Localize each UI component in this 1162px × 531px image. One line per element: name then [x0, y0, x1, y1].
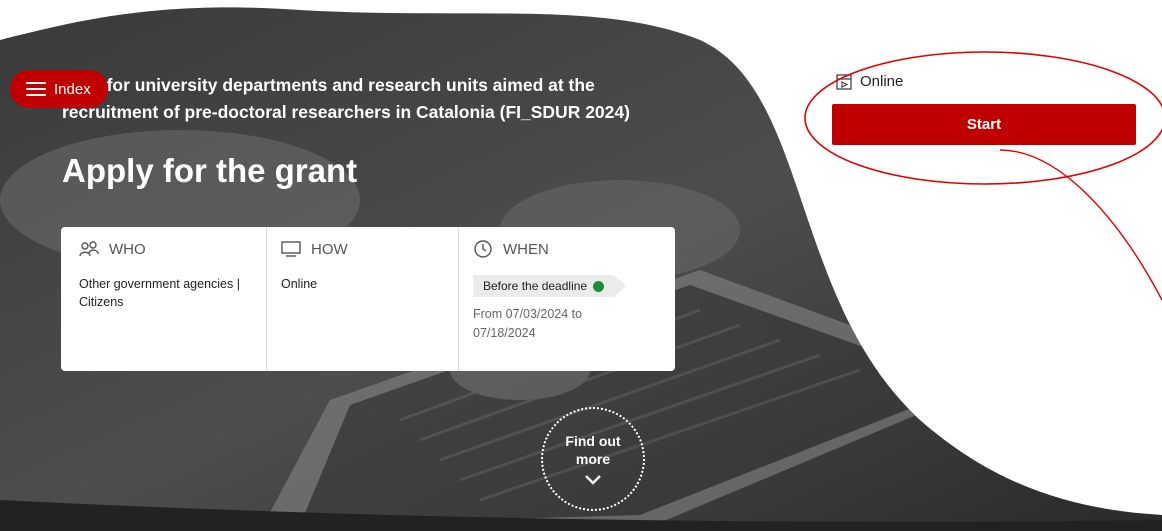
people-icon: [79, 241, 99, 257]
start-button[interactable]: Start: [832, 104, 1136, 145]
channel-label: Online: [860, 73, 904, 90]
procedure-subtitle: s for university departments and researc…: [62, 75, 630, 122]
channel-online: Online: [836, 73, 903, 90]
date-range-end: 07/18/2024: [473, 326, 536, 340]
index-button-label: Index: [54, 80, 91, 98]
page: Index s for university departments and r…: [0, 0, 1162, 531]
clock-icon: [474, 240, 492, 258]
date-range: From 07/03/2024 to 07/18/2024: [473, 305, 663, 343]
deadline-status-text: Before the deadline: [483, 279, 588, 293]
date-range-start: From 07/03/2024 to: [473, 307, 583, 321]
online-form-icon: [836, 73, 852, 90]
page-title: Apply for the grant: [62, 152, 358, 189]
when-heading: WHEN: [503, 240, 549, 258]
how-column: HOW Online: [266, 227, 458, 371]
chevron-down-icon: [585, 475, 601, 485]
how-heading: HOW: [311, 240, 348, 258]
info-card: WHO Other government agencies | Citizens…: [61, 227, 675, 371]
index-button[interactable]: Index: [10, 70, 108, 108]
deadline-status-badge: Before the deadline: [473, 275, 627, 297]
find-more-line2: more: [575, 451, 611, 467]
status-dot-icon: [593, 280, 605, 292]
when-column: WHEN Before the deadline From 07/03/2024…: [458, 227, 675, 371]
who-text: Other government agencies | Citizens: [79, 277, 240, 309]
monitor-icon: [281, 241, 301, 257]
who-column: WHO Other government agencies | Citizens: [61, 227, 266, 371]
start-button-label: Start: [966, 116, 1002, 133]
who-heading: WHO: [109, 240, 146, 258]
find-more-line1: Find out: [565, 433, 621, 449]
find-out-more-button[interactable]: Find out more: [541, 407, 645, 511]
menu-icon: [26, 82, 46, 96]
how-text: Online: [281, 277, 318, 291]
